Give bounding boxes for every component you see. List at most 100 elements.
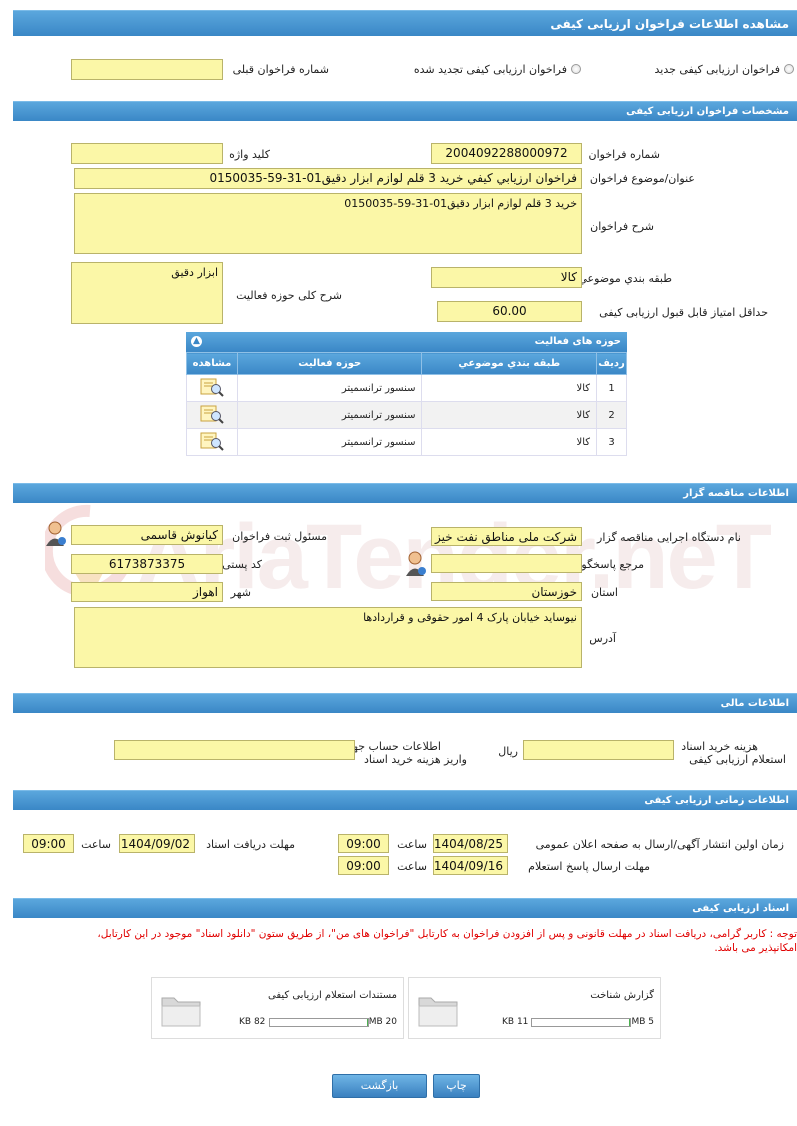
user-icon[interactable] [45, 521, 67, 550]
doc-title: مستندات استعلام ارزیابی کیفی [267, 990, 397, 1001]
number-field[interactable]: 2004092288000972 [431, 143, 582, 164]
keyword-field[interactable] [71, 143, 223, 164]
doc-card-specs[interactable]: مستندات استعلام ارزیابی کیفی 20 MB 82 KB [151, 977, 404, 1039]
col-view: مشاهده [186, 352, 238, 375]
view-icon[interactable] [199, 378, 225, 401]
radio-new-label: فراخوان ارزیابی کیفی جدید [654, 63, 780, 76]
radio-new[interactable] [784, 64, 794, 74]
row-index: 3 [596, 428, 627, 456]
finance-header: اطلاعات مالی [13, 693, 797, 713]
row-index: 1 [596, 374, 627, 402]
spec-header: مشخصات فراخوان ارزیابی کیفی [13, 101, 797, 121]
exec-label: نام دستگاه اجرایی مناقصه گزار [597, 531, 741, 544]
scope-label: شرح کلی حوزه فعالیت [236, 289, 342, 302]
folder-icon [417, 990, 459, 1031]
documents-note-line2: امکانپذیر می باشد. [714, 942, 797, 954]
scope-field[interactable]: ابزار دقیق [71, 262, 223, 324]
publish-label: زمان اولین انتشار آگهی/ارسال به صفحه اعل… [535, 838, 784, 851]
subject-field[interactable]: فراخوان ارزیابي کیفي خريد 3 قلم لوازم اب… [74, 168, 582, 189]
documents-note-line1: توجه : کاربر گرامی، دریافت اسناد در مهلت… [97, 928, 797, 940]
fee-label-line1: هزینه خرید اسناد [681, 740, 758, 753]
row-field: سنسور ترانسمیتر [236, 401, 423, 429]
desc-label: شرح فراخوان [590, 220, 654, 233]
doc-card-report[interactable]: گزارش شناخت 5 MB 11 KB [408, 977, 661, 1039]
row-category: کالا [421, 374, 598, 402]
collapse-icon[interactable]: ▲ [191, 336, 202, 347]
activities-table: رديف طبقه بندي موضوعي حوزه فعالیت مشاهده… [186, 352, 627, 456]
user-search-icon[interactable] [405, 551, 427, 580]
response-time-label: ساعت [397, 860, 427, 873]
keyword-label: کلید واژه [229, 148, 270, 161]
row-category: کالا [421, 428, 598, 456]
receive-time-label: ساعت [81, 838, 111, 851]
prev-number-field[interactable] [71, 59, 223, 80]
folder-icon [160, 990, 202, 1031]
timing-header: اطلاعات زمانی ارزیابی کیفی [13, 790, 797, 810]
min-score-field[interactable]: 60.00 [437, 301, 582, 322]
row-field: سنسور ترانسمیتر [236, 428, 423, 456]
publish-time-label: ساعت [397, 838, 427, 851]
print-button[interactable]: چاپ [433, 1074, 480, 1098]
doc-size: 11 KB [502, 1017, 529, 1027]
category-label: طبقه بندي موضوعي [578, 272, 672, 285]
ref-field[interactable] [431, 554, 582, 573]
subject-label: عنوان/موضوع فراخوان [589, 172, 695, 185]
doc-progress-bar [531, 1018, 631, 1027]
doc-max-size: 5 MB [631, 1017, 654, 1027]
org-header: اطلاعات مناقصه گزار [13, 483, 797, 503]
province-field[interactable]: خوزستان [431, 582, 582, 601]
address-field[interactable]: نیوساید خیابان پارک 4 امور حقوقی و قرارد… [74, 607, 582, 668]
doc-progress-fill [629, 1019, 630, 1026]
documents-header: اسناد ارزیابی کیفی [13, 898, 797, 918]
view-icon[interactable] [199, 432, 225, 455]
row-index: 2 [596, 401, 627, 429]
category-field[interactable]: کالا [431, 267, 582, 288]
publish-time-field[interactable]: 09:00 [338, 834, 389, 853]
row-category: کالا [421, 401, 598, 429]
col-index: رديف [596, 352, 627, 375]
desc-field[interactable]: خريد 3 قلم لوازم ابزار دقیق01-31-59-0150… [74, 193, 582, 254]
receive-time-field[interactable]: 09:00 [23, 834, 74, 853]
view-cell [186, 374, 238, 402]
row-field: سنسور ترانسمیتر [236, 374, 423, 402]
receive-date-field[interactable]: 1404/09/02 [119, 834, 195, 853]
doc-progress-bar [269, 1018, 369, 1027]
activities-header: حوزه های فعالیت ▲ [186, 332, 627, 352]
prev-number-label: شماره فراخوان قبلی [232, 63, 329, 76]
postal-field[interactable]: 6173873375 [71, 554, 223, 574]
doc-progress-fill [367, 1019, 368, 1026]
number-label: شماره فراخوان [588, 148, 661, 161]
table-row: 3 کالا سنسور ترانسمیتر [186, 428, 627, 456]
fee-field[interactable] [523, 740, 674, 760]
radio-renewed[interactable] [571, 64, 581, 74]
response-time-field[interactable]: 09:00 [338, 856, 389, 875]
col-field: حوزه فعالیت [236, 352, 423, 375]
city-field[interactable]: اهواز [71, 582, 223, 602]
address-label: آدرس [589, 632, 616, 645]
view-cell [186, 428, 238, 456]
doc-size: 82 KB [239, 1017, 266, 1027]
page-title: مشاهده اطلاعات فراخوان ارزیابی کیفی [13, 10, 797, 36]
province-label: استان [590, 586, 618, 599]
view-cell [186, 401, 238, 429]
receive-label: مهلت دریافت اسناد [206, 838, 295, 851]
exec-field[interactable]: شرکت ملی مناطق نفت خیز [431, 527, 582, 546]
radio-renewed-label: فراخوان ارزیابی کیفی تجدید شده [413, 63, 567, 76]
doc-title: گزارش شناخت [590, 990, 654, 1001]
account-field[interactable] [114, 740, 355, 760]
account-label-line2: واریز هزینه خرید اسناد [364, 753, 467, 766]
activities-title: حوزه های فعالیت [534, 336, 621, 347]
response-date-field[interactable]: 1404/09/16 [433, 856, 508, 875]
fee-label-line2: استعلام ارزیابی کیفی [689, 753, 786, 766]
registrar-label: مسئول ثبت فراخوان [232, 530, 327, 543]
account-label-line1: اطلاعات حساب جهت [342, 740, 441, 753]
doc-max-size: 20 MB [368, 1017, 397, 1027]
registrar-field[interactable]: کیانوش قاسمی [71, 525, 223, 545]
response-label: مهلت ارسال پاسخ استعلام [528, 860, 650, 873]
publish-date-field[interactable]: 1404/08/25 [433, 834, 508, 853]
table-row: 2 کالا سنسور ترانسمیتر [186, 401, 627, 429]
view-icon[interactable] [199, 405, 225, 428]
back-button[interactable]: بازگشت [332, 1074, 427, 1098]
currency-label: ریال [498, 745, 518, 758]
col-category: طبقه بندي موضوعي [421, 352, 598, 375]
